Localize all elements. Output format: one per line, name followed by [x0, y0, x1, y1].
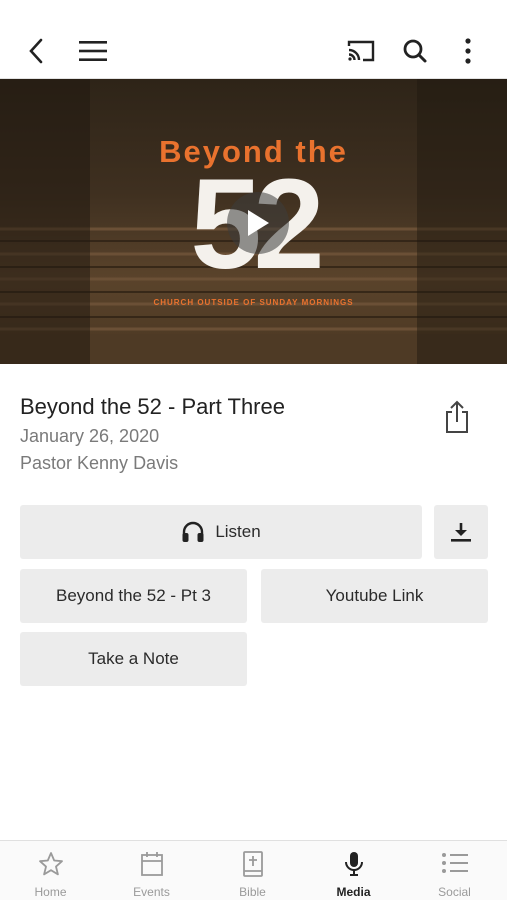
tab-label: Bible: [239, 885, 266, 899]
cast-icon: [347, 40, 375, 62]
bottom-tab-bar: Home Events Bible Media Social: [0, 840, 507, 900]
download-icon: [451, 523, 471, 542]
status-bar: [0, 0, 507, 24]
top-toolbar: [0, 24, 507, 79]
sermon-speaker: Pastor Kenny Davis: [20, 453, 179, 473]
sermon-artwork[interactable]: Beyond the 52 CHURCH OUTSIDE OF SUNDAY M…: [0, 79, 507, 364]
list-icon: [441, 853, 468, 873]
microphone-icon: [344, 852, 363, 876]
headphones-icon: [182, 521, 204, 542]
calendar-icon: [140, 852, 163, 876]
bible-icon: [242, 851, 263, 877]
hamburger-icon: [79, 41, 107, 61]
search-button[interactable]: [396, 32, 434, 70]
star-icon: [38, 852, 63, 876]
sermon-date: January 26, 2020: [20, 426, 160, 446]
artwork-subtitle: CHURCH OUTSIDE OF SUNDAY MORNINGS: [153, 298, 354, 307]
more-vertical-icon: [465, 38, 471, 64]
tab-label: Social: [438, 885, 471, 899]
take-note-button[interactable]: Take a Note: [20, 632, 247, 686]
tab-media[interactable]: Media: [303, 841, 404, 900]
tab-label: Media: [336, 885, 371, 899]
share-button[interactable]: [440, 398, 474, 436]
cast-button[interactable]: [342, 32, 380, 70]
part-three-button[interactable]: Beyond the 52 - Pt 3: [20, 569, 247, 623]
listen-button[interactable]: Listen: [20, 505, 422, 559]
share-icon: [446, 400, 468, 433]
sermon-title: Beyond the 52 - Part Three: [20, 394, 285, 419]
tab-label: Home: [34, 885, 67, 899]
tab-home[interactable]: Home: [0, 841, 101, 900]
tab-label: Events: [133, 885, 170, 899]
youtube-link-button[interactable]: Youtube Link: [261, 569, 488, 623]
play-icon: [248, 210, 269, 236]
search-icon: [403, 39, 427, 63]
back-button[interactable]: [18, 32, 56, 70]
play-button[interactable]: [227, 192, 289, 254]
chevron-left-icon: [29, 38, 43, 64]
listen-label: Listen: [215, 522, 261, 541]
tab-social[interactable]: Social: [404, 841, 505, 900]
tab-events[interactable]: Events: [101, 841, 202, 900]
menu-button[interactable]: [74, 32, 112, 70]
download-button[interactable]: [434, 505, 488, 559]
tab-bible[interactable]: Bible: [202, 841, 303, 900]
more-options-button[interactable]: [449, 32, 487, 70]
